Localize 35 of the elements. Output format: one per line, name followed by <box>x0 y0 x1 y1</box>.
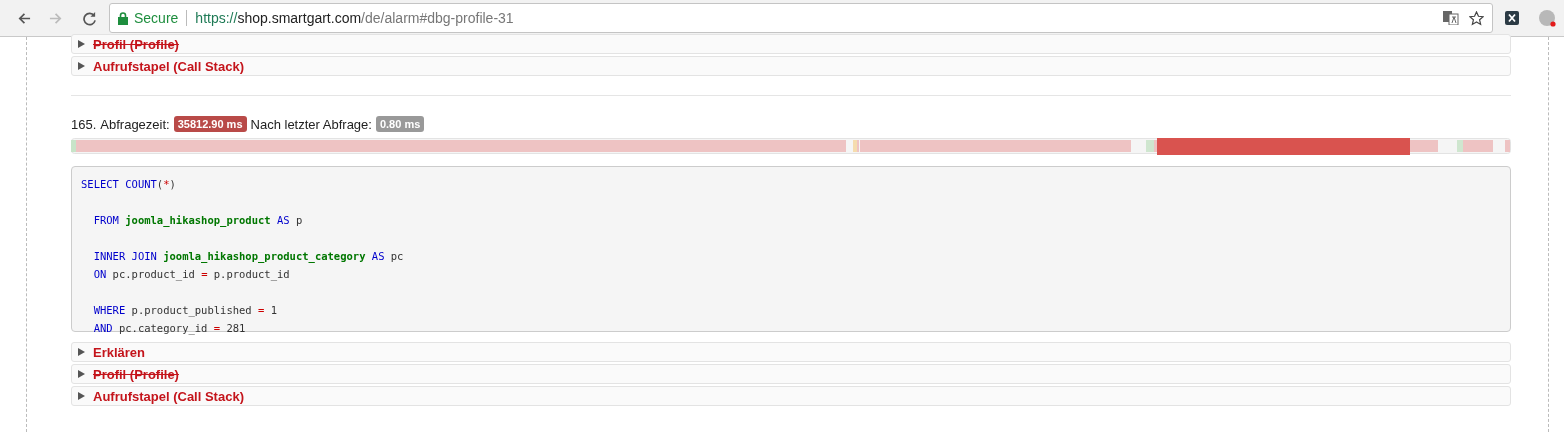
caret-right-icon <box>78 40 85 48</box>
extension-icon[interactable] <box>1505 11 1519 25</box>
panel-title: Profil (Profile) <box>93 366 179 382</box>
code-line: AND pc.category_id = 281 <box>92 321 246 337</box>
address-bar[interactable]: Secure https://shop.smartgart.com/de/alarm#dbg-profile-31 <box>109 3 1493 33</box>
collapsible-panel[interactable]: Aufrufstapel (Call Stack) <box>71 386 1511 406</box>
collapsible-panel[interactable]: Profil (Profile) <box>71 34 1511 54</box>
panel-title: Aufrufstapel (Call Stack) <box>93 58 244 74</box>
query-number: 165. <box>71 116 97 132</box>
collapsible-panel[interactable]: Erklären <box>71 342 1511 362</box>
query-time-label: Abfragezeit: <box>100 116 170 132</box>
code-line: WHERE p.product_published = 1 <box>92 303 277 319</box>
url-text: https://shop.smartgart.com/de/alarm#dbg-profile-31 <box>195 10 514 26</box>
code-line: FROM joomla_hikashop_product AS p <box>92 213 303 229</box>
collapsible-panel[interactable]: Profil (Profile) <box>71 364 1511 384</box>
security-label: Secure <box>134 10 179 26</box>
duration-badge: 35812.90 ms <box>173 116 247 132</box>
collapsible-panel[interactable]: Aufrufstapel (Call Stack) <box>71 56 1511 76</box>
code-line: INNER JOIN joomla_hikashop_product_category AS pc <box>92 249 404 265</box>
caret-right-icon <box>78 370 85 378</box>
caret-right-icon <box>78 62 85 70</box>
code-line: ON pc.product_id = p.product_id <box>92 267 290 283</box>
star-icon[interactable] <box>1469 10 1484 26</box>
panel-title: Erklären <box>93 344 146 360</box>
since-last-label: Nach letzter Abfrage: <box>250 116 372 132</box>
translate-icon[interactable] <box>1443 11 1459 25</box>
code-line: SELECT COUNT(*) <box>81 177 176 192</box>
caret-right-icon <box>78 392 85 400</box>
reload-icon[interactable] <box>81 10 97 26</box>
panel-title: Aufrufstapel (Call Stack) <box>93 388 244 404</box>
lock-icon <box>118 11 128 25</box>
duration-badge: 0.80 ms <box>375 116 425 132</box>
caret-right-icon <box>78 348 85 356</box>
panel-title: Profil (Profile) <box>93 36 179 52</box>
avatar-icon[interactable] <box>1539 9 1556 27</box>
